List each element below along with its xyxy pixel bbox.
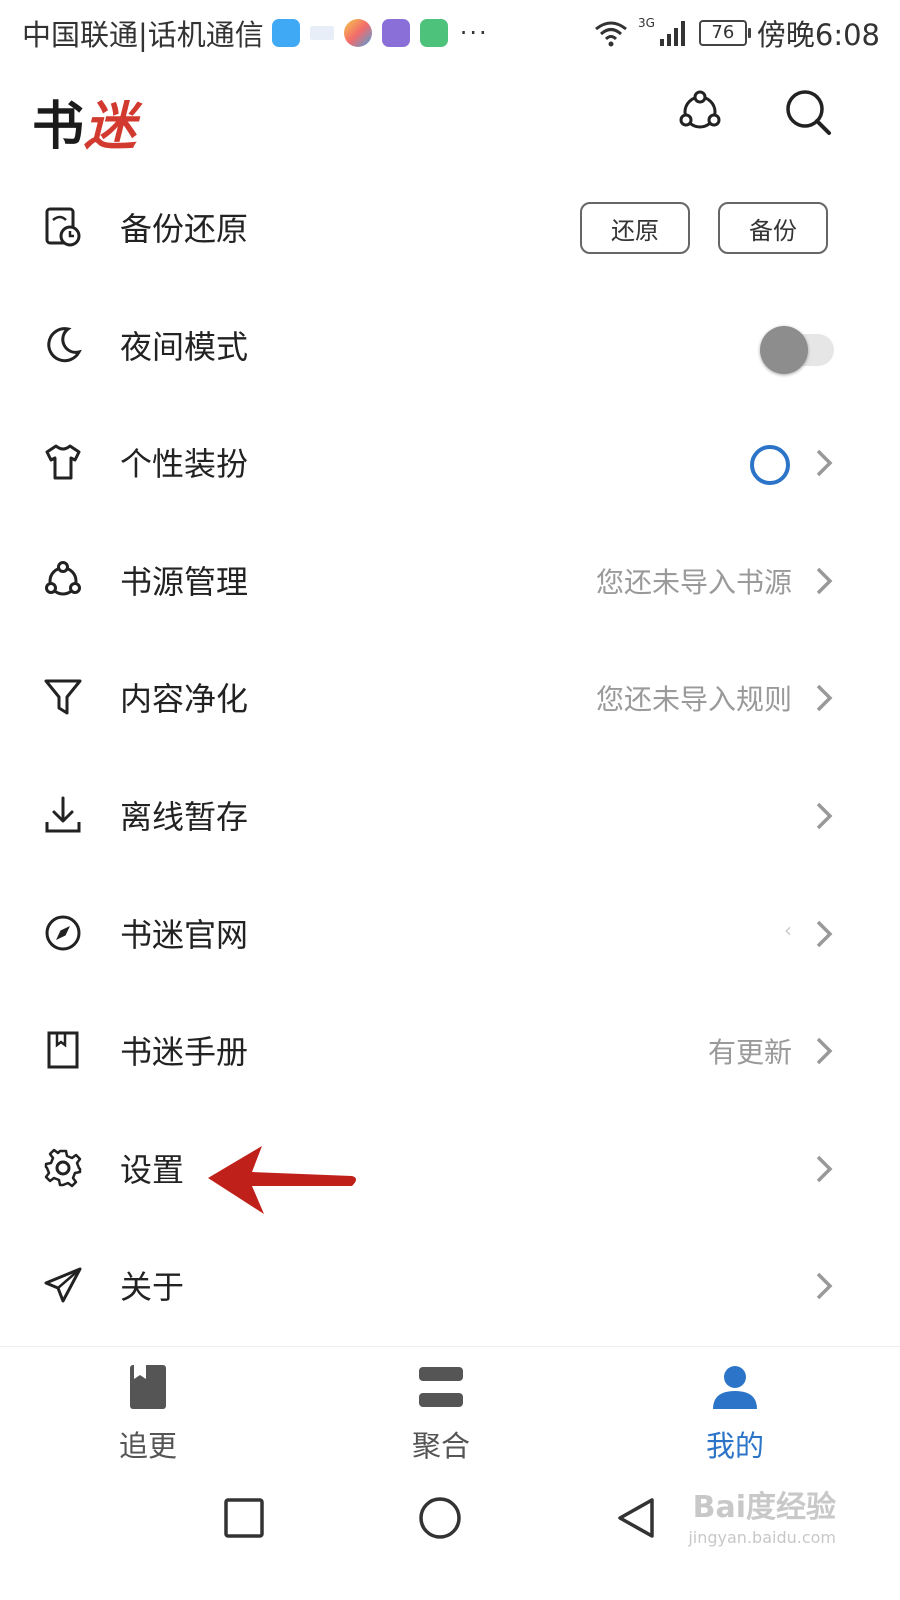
status-left: 中国联通|话机通信 ···	[22, 12, 489, 54]
compass-icon	[45, 915, 81, 951]
chart-app-icon	[381, 19, 410, 47]
menu-item-offline[interactable]: 离线暂存	[0, 756, 900, 874]
chevron-right-icon	[816, 1037, 833, 1065]
tab-label: 我的	[705, 1429, 764, 1463]
home-circle-icon[interactable]	[418, 1496, 462, 1540]
menu-item-theme[interactable]: 个性装扮	[0, 403, 900, 521]
more-notifications-icon: ···	[459, 19, 489, 47]
chevron-right-icon	[816, 567, 833, 595]
app-logo: 书迷	[32, 96, 137, 157]
download-icon	[45, 796, 81, 833]
menu-label: 夜间模式	[120, 327, 249, 366]
back-triangle-icon[interactable]	[614, 1496, 658, 1540]
gear-icon	[44, 1148, 82, 1187]
tab-label: 聚合	[411, 1429, 470, 1463]
chevron-right-icon	[816, 920, 833, 947]
battery-icon: 76	[698, 20, 751, 46]
menu-item-night-mode[interactable]: 夜间模式	[0, 286, 900, 404]
moon-icon	[47, 326, 82, 362]
menu-label: 书迷官网	[120, 915, 249, 954]
tab-mine[interactable]: 我的	[645, 1347, 825, 1475]
health-app-icon	[419, 19, 448, 47]
source-network-icon	[45, 560, 81, 596]
chevron-right-icon	[816, 1155, 833, 1182]
bookshelf-icon	[130, 1365, 166, 1409]
status-right: 3G 76 傍晚6:08	[594, 12, 880, 54]
backup-button[interactable]: 备份	[718, 202, 828, 254]
recents-square-icon[interactable]	[222, 1496, 266, 1540]
news-app-icon	[309, 26, 334, 40]
faint-mark-icon: ‹	[784, 917, 792, 942]
network-type: 3G	[637, 16, 655, 30]
menu-label: 书迷手册	[120, 1033, 249, 1072]
bottom-tab-bar: 追更 聚合 我的	[0, 1346, 900, 1475]
tab-updates[interactable]: 追更	[58, 1347, 238, 1475]
toggle-knob[interactable]	[760, 325, 808, 374]
menu-item-backup: 备份还原 还原 备份	[0, 168, 900, 286]
user-icon	[713, 1366, 757, 1409]
annotation-arrow-icon	[208, 1146, 356, 1214]
status-bar: 中国联通|话机通信 ··· 3G 76 傍晚6:08	[0, 0, 900, 64]
clock: 傍晚6:08	[756, 18, 880, 52]
colorful-app-icon	[343, 19, 372, 47]
wifi-icon	[595, 21, 627, 47]
notification-icons	[271, 19, 448, 47]
chevron-right-icon	[816, 449, 833, 477]
restore-button[interactable]: 还原	[580, 202, 690, 254]
paper-plane-icon	[44, 1267, 82, 1303]
theme-color-indicator	[750, 445, 790, 486]
menu-label: 备份还原	[120, 210, 249, 248]
shield-app-icon	[271, 19, 300, 47]
search-icon[interactable]	[782, 86, 834, 138]
filter-icon	[44, 679, 82, 715]
tab-aggregate[interactable]: 聚合	[351, 1347, 531, 1475]
menu-label: 内容净化	[120, 680, 249, 719]
app-header: 书迷	[0, 64, 900, 184]
system-nav-bar: Bai度经验 jingyan.baidu.com	[0, 1474, 900, 1600]
menu-item-manual[interactable]: 书迷手册 有更新	[0, 991, 900, 1109]
menu-label: 设置	[120, 1150, 185, 1189]
chevron-right-icon	[816, 1273, 833, 1300]
shirt-icon	[45, 444, 81, 480]
settings-menu-list: 备份还原 还原 备份 夜间模式 个性装扮 书源管理 您还未导入书源 内容净化 您…	[0, 168, 900, 1344]
layers-icon	[419, 1367, 463, 1407]
carrier-text: 中国联通|话机通信	[22, 18, 264, 52]
menu-hint: 您还未导入规则	[595, 683, 792, 717]
menu-item-website[interactable]: 书迷官网 ‹	[0, 874, 900, 992]
baidu-jingyan-watermark: Bai度经验 jingyan.baidu.com	[688, 1490, 836, 1547]
menu-hint: 有更新	[707, 1036, 792, 1070]
menu-item-settings[interactable]: 设置	[0, 1109, 900, 1227]
backup-icon	[45, 207, 81, 247]
chevron-right-icon	[816, 802, 833, 830]
menu-item-about[interactable]: 关于	[0, 1226, 900, 1344]
share-network-icon[interactable]	[674, 86, 726, 138]
menu-label: 个性装扮	[120, 445, 249, 484]
chevron-right-icon	[816, 685, 833, 712]
menu-hint: 您还未导入书源	[595, 565, 792, 599]
menu-item-book-source[interactable]: 书源管理 您还未导入书源	[0, 521, 900, 639]
book-manual-icon	[47, 1031, 79, 1069]
menu-label: 离线暂存	[120, 797, 249, 836]
menu-label: 书源管理	[120, 562, 249, 601]
menu-label: 关于	[120, 1268, 185, 1307]
menu-item-content-purify[interactable]: 内容净化 您还未导入规则	[0, 638, 900, 756]
signal-icon	[659, 21, 685, 46]
tab-label: 追更	[118, 1429, 177, 1463]
